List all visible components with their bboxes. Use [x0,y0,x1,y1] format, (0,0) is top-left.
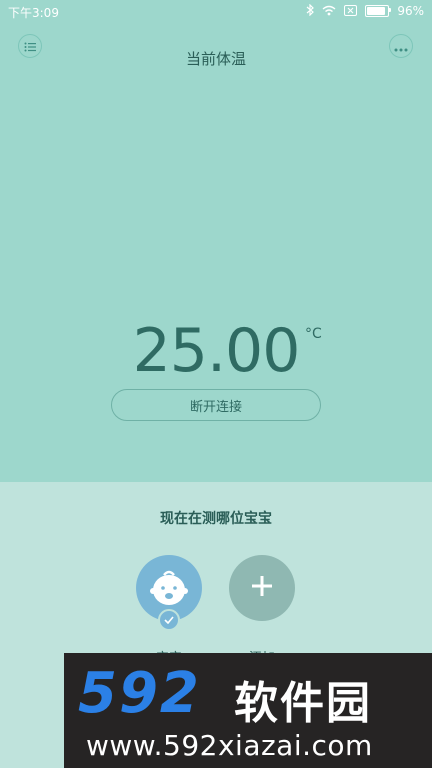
battery-percent: 96% [397,4,424,18]
more-icon [394,37,408,56]
more-button[interactable] [389,34,413,58]
temperature-display: 25.00 [0,316,432,386]
status-bar: 下午3:09 96% [0,0,432,24]
disconnect-button[interactable]: 断开连接 [111,389,321,421]
plus-icon [251,575,273,601]
bluetooth-icon [306,3,315,18]
status-icons: 96% [306,3,424,18]
add-baby-button[interactable] [229,555,295,621]
status-time: 下午3:09 [8,6,59,20]
watermark-logo-number: 592 [78,661,201,726]
watermark-logo-text: 软件园 [234,678,372,729]
temperature-value: 25.00 [132,316,301,386]
selected-check-icon [158,609,180,631]
watermark-url: www.592xiazai.com [86,729,373,762]
temperature-unit: °C [305,326,322,342]
wifi-icon [322,5,336,18]
baby-section-title: 现在在测哪位宝宝 [160,511,272,527]
page-title: 当前体温 [185,50,246,68]
sim-icon [344,4,358,18]
watermark: 592 软件园 www.592xiazai.com [64,653,432,768]
battery-icon [365,5,392,17]
